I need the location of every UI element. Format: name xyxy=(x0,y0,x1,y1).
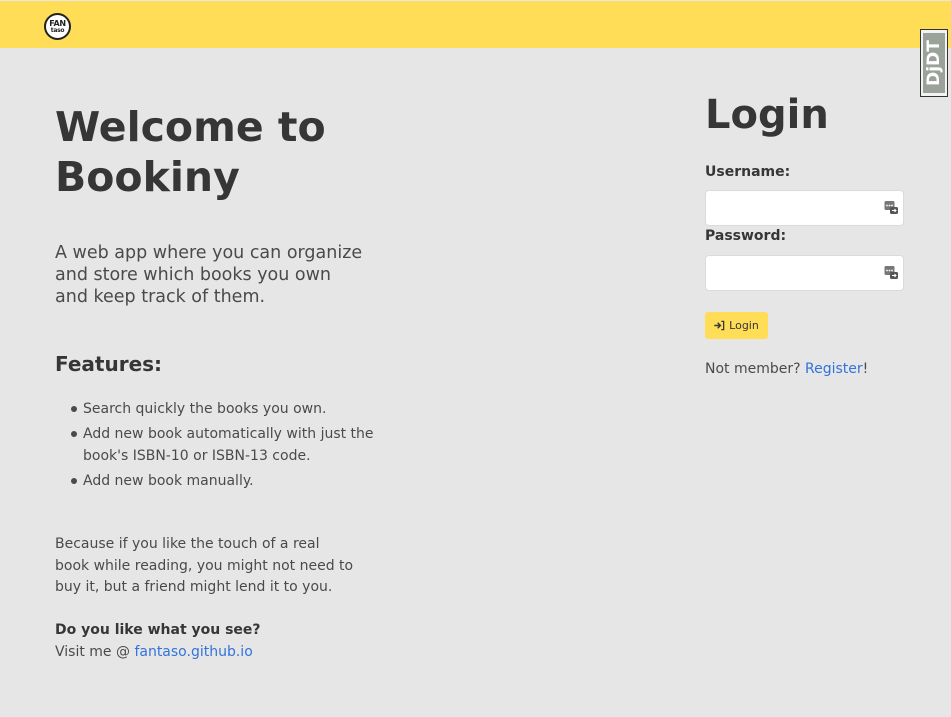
question-text: Do you like what you see? xyxy=(55,622,261,638)
password-manager-icon[interactable] xyxy=(884,200,898,214)
password-manager-icon[interactable] xyxy=(884,265,898,279)
fantaso-logo[interactable]: FAN taso xyxy=(44,13,71,40)
username-input[interactable] xyxy=(705,190,904,226)
navbar: FAN taso xyxy=(0,1,951,48)
password-input[interactable] xyxy=(705,255,904,291)
page-subtitle: A web app where you can organize and sto… xyxy=(55,243,363,307)
register-suffix: ! xyxy=(862,361,869,377)
login-heading: Login xyxy=(705,92,829,138)
feature-item-manual: Add new book manually. xyxy=(55,470,375,492)
visit-line: Visit me @ fantaso.github.io xyxy=(55,642,253,664)
feature-item-search: Search quickly the books you own. xyxy=(55,398,375,420)
login-button[interactable]: Login xyxy=(705,312,768,339)
register-line: Not member? Register! xyxy=(705,361,868,377)
page-title-line2: Bookiny xyxy=(55,153,240,201)
django-debug-toolbar-badge: DjDT xyxy=(923,33,945,93)
visit-prefix: Visit me @ xyxy=(55,644,135,660)
register-link[interactable]: Register xyxy=(805,361,863,377)
django-debug-toolbar-handle[interactable]: DjDT xyxy=(920,29,948,97)
feature-item-isbn: Add new book automatically with just the… xyxy=(55,423,375,467)
sign-in-icon xyxy=(714,320,725,331)
login-button-label: Login xyxy=(729,319,759,332)
features-list: Search quickly the books you own. Add ne… xyxy=(55,398,375,495)
logo-text-bottom: taso xyxy=(50,26,65,34)
password-label: Password: xyxy=(705,228,787,244)
page-title: Welcome to Bookiny xyxy=(55,102,395,202)
django-debug-toolbar-label: DjDT xyxy=(924,40,944,86)
because-paragraph: Because if you like the touch of a real … xyxy=(55,536,354,595)
portfolio-link[interactable]: fantaso.github.io xyxy=(134,644,252,660)
username-label: Username: xyxy=(705,164,791,180)
not-member-text: Not member? xyxy=(705,361,806,377)
features-heading: Features: xyxy=(55,352,163,376)
page-title-line1: Welcome to xyxy=(55,103,326,151)
